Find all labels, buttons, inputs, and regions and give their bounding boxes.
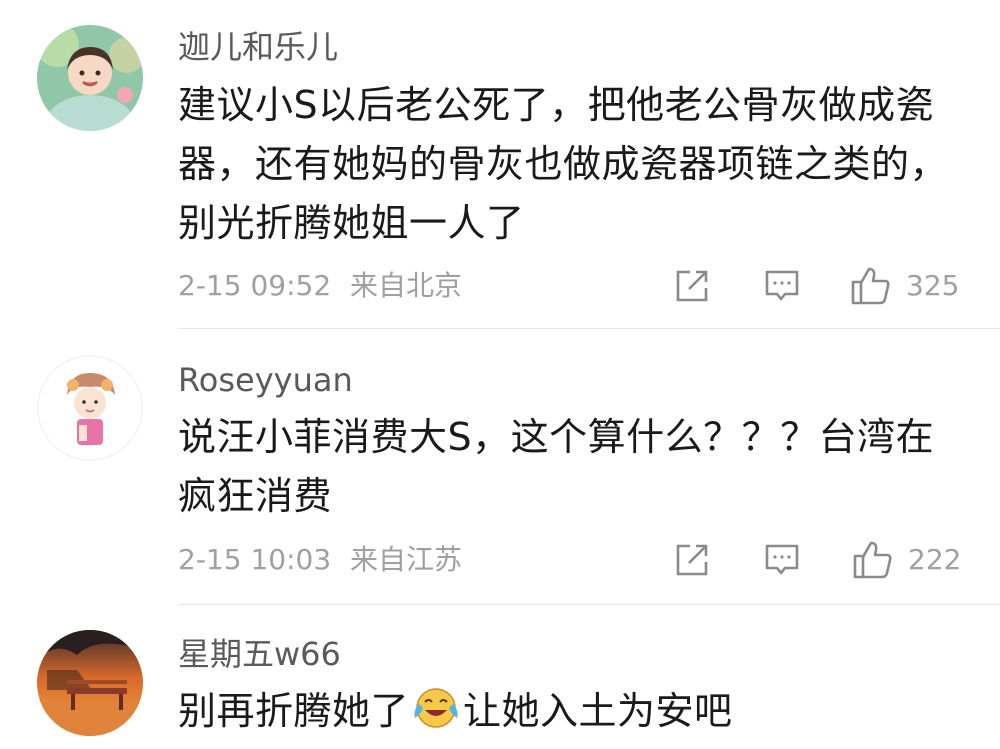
comment-line: 说汪小菲消费大S，这个算什么？？？台湾在 <box>178 415 935 459</box>
divider <box>178 328 1000 329</box>
share-icon <box>676 270 708 302</box>
comment-line: 器，还有她妈的骨灰也做成瓷器项链之类的， <box>178 142 949 186</box>
like-button[interactable]: 325 <box>850 266 959 306</box>
thumbs-up-icon <box>851 267 890 305</box>
location: 来自北京 <box>350 269 463 302</box>
share-icon <box>676 544 708 576</box>
avatar[interactable] <box>37 25 143 131</box>
share-button[interactable] <box>674 542 710 578</box>
username[interactable]: 迦儿和乐儿 <box>178 27 338 67</box>
like-count: 222 <box>908 543 962 576</box>
comment-text-part: 别再折腾她了 <box>178 689 410 733</box>
comment-text: 说汪小菲消费大S，这个算什么？？？台湾在 疯狂消费 <box>178 408 978 526</box>
divider <box>178 604 1000 605</box>
timestamp: 2-15 09:52 <box>178 269 332 302</box>
comment-line: 建议小S以后老公死了，把他老公骨灰做成瓷 <box>178 83 935 127</box>
like-count: 325 <box>906 269 960 302</box>
comment-line: 疯狂消费 <box>178 474 333 518</box>
avatar[interactable] <box>37 355 143 461</box>
username[interactable]: Roseyyuan <box>178 360 353 400</box>
comment-meta: 2-15 10:03 来自江苏 <box>178 542 462 578</box>
comment-line: 别再折腾她了 让她入土为安吧 <box>178 682 978 741</box>
timestamp: 2-15 10:03 <box>178 543 332 576</box>
crying-laughing-emoji <box>414 688 458 728</box>
like-button[interactable]: 222 <box>852 540 961 580</box>
username[interactable]: 星期五w66 <box>178 634 341 674</box>
reply-button[interactable] <box>764 268 800 304</box>
comment-text: 建议小S以后老公死了，把他老公骨灰做成瓷 器，还有她妈的骨灰也做成瓷器项链之类的… <box>178 76 978 253</box>
comment-icon <box>765 270 799 301</box>
avatar[interactable] <box>37 630 143 736</box>
comment-line: 别光折腾她姐一人了 <box>178 201 525 245</box>
comment-icon <box>765 544 799 575</box>
comment-text: 别再折腾她了 让她入土为安吧 <box>178 682 978 741</box>
comment-text-part: 让她入土为安吧 <box>463 689 733 733</box>
comment-meta: 2-15 09:52 来自北京 <box>178 268 462 304</box>
reply-button[interactable] <box>764 542 800 578</box>
share-button[interactable] <box>674 268 710 304</box>
location: 来自江苏 <box>350 543 463 576</box>
thumbs-up-icon <box>853 541 892 579</box>
